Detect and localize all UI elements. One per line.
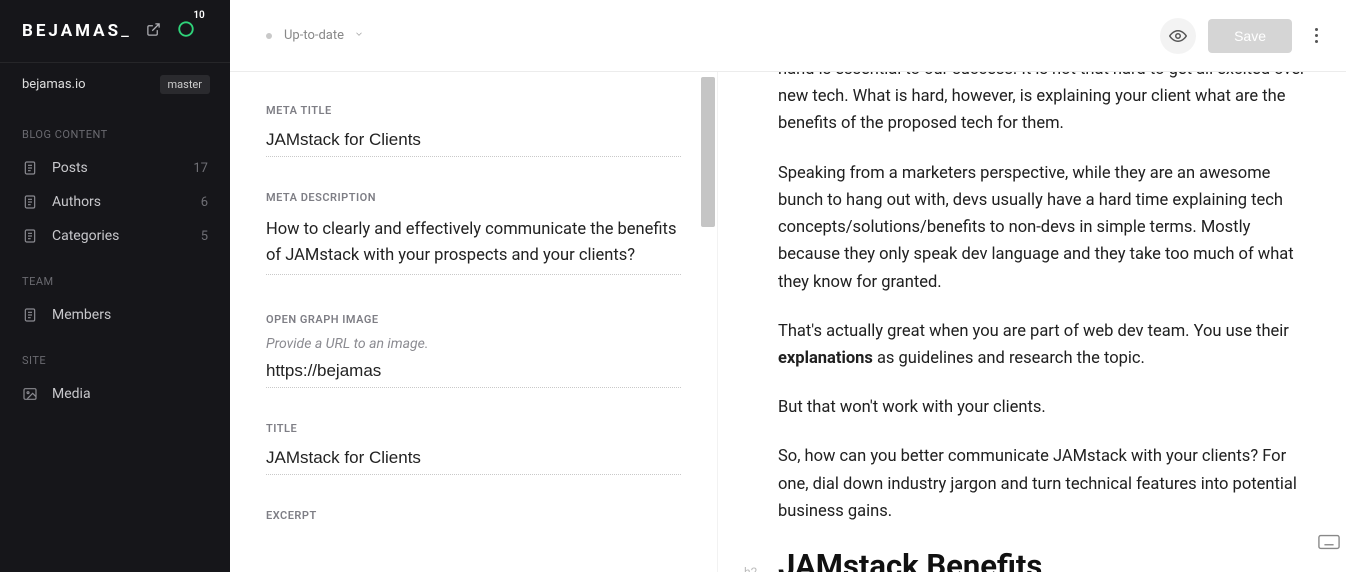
sidebar-item-count: 5 bbox=[201, 229, 208, 244]
field-label-meta-title: META TITLE bbox=[266, 104, 681, 117]
sidebar-item-label: Authors bbox=[52, 194, 101, 210]
sidebar-item-media[interactable]: Media bbox=[0, 377, 230, 411]
logo-row: BEJAMAS_ 10 bbox=[0, 0, 230, 62]
meta-description-input[interactable]: How to clearly and effectively communica… bbox=[266, 214, 681, 275]
sidebar-item-count: 17 bbox=[193, 161, 208, 176]
preview-paragraph: hand is essential to our success. It is … bbox=[778, 72, 1308, 138]
sidebar-item-posts[interactable]: Posts 17 bbox=[0, 151, 230, 185]
preview-paragraph: Speaking from a marketers perspective, w… bbox=[778, 160, 1308, 296]
sidebar-item-label: Posts bbox=[52, 160, 88, 176]
og-image-input[interactable] bbox=[266, 358, 681, 388]
sync-badge: 10 bbox=[193, 10, 204, 21]
preview-column: hand is essential to our success. It is … bbox=[718, 72, 1346, 572]
save-button[interactable]: Save bbox=[1208, 19, 1292, 53]
external-link-icon[interactable] bbox=[146, 22, 161, 41]
more-menu-icon[interactable] bbox=[1306, 28, 1326, 43]
heading-tag-indicator: h2 bbox=[744, 565, 757, 572]
form-column: META TITLE META DESCRIPTION How to clear… bbox=[230, 72, 718, 572]
sidebar-item-count: 6 bbox=[201, 195, 208, 210]
title-input[interactable] bbox=[266, 445, 681, 475]
site-name: bejamas.io bbox=[22, 77, 86, 92]
field-label-og-image: OPEN GRAPH IMAGE bbox=[266, 313, 681, 326]
document-icon bbox=[22, 160, 38, 176]
preview-button[interactable] bbox=[1160, 18, 1196, 54]
field-hint-og-image: Provide a URL to an image. bbox=[266, 336, 681, 352]
keyboard-icon[interactable] bbox=[1318, 534, 1340, 554]
section-label-site: SITE bbox=[0, 332, 230, 377]
sync-status-icon[interactable]: 10 bbox=[177, 20, 195, 42]
field-label-excerpt: EXCERPT bbox=[266, 509, 681, 522]
document-icon bbox=[22, 307, 38, 323]
sidebar-item-authors[interactable]: Authors 6 bbox=[0, 185, 230, 219]
sidebar-item-label: Categories bbox=[52, 228, 119, 244]
logo: BEJAMAS_ bbox=[22, 21, 132, 41]
section-label-team: TEAM bbox=[0, 253, 230, 298]
scrollbar-thumb[interactable] bbox=[701, 77, 715, 227]
sidebar-item-label: Media bbox=[52, 386, 91, 402]
topbar: Up-to-date Save bbox=[230, 0, 1346, 72]
eye-icon bbox=[1169, 27, 1187, 45]
meta-title-input[interactable] bbox=[266, 127, 681, 157]
sidebar-item-members[interactable]: Members bbox=[0, 298, 230, 332]
preview-paragraph: So, how can you better communicate JAMst… bbox=[778, 443, 1308, 525]
status-dot-icon bbox=[266, 33, 272, 39]
chevron-down-icon[interactable] bbox=[354, 29, 364, 42]
sidebar-item-categories[interactable]: Categories 5 bbox=[0, 219, 230, 253]
site-row[interactable]: bejamas.io master bbox=[0, 62, 230, 106]
preview-paragraph: But that won't work with your clients. bbox=[778, 394, 1308, 421]
document-icon bbox=[22, 194, 38, 210]
preview-heading: JAMstack Benefits bbox=[778, 547, 1308, 572]
section-label-blog: BLOG CONTENT bbox=[0, 106, 230, 151]
branch-badge: master bbox=[160, 75, 210, 94]
field-label-title: TITLE bbox=[266, 422, 681, 435]
field-label-meta-desc: META DESCRIPTION bbox=[266, 191, 681, 204]
status-text[interactable]: Up-to-date bbox=[284, 28, 344, 43]
preview-paragraph: That's actually great when you are part … bbox=[778, 318, 1308, 372]
document-icon bbox=[22, 228, 38, 244]
sidebar: BEJAMAS_ 10 bejamas.io master BLOG CONTE… bbox=[0, 0, 230, 572]
image-icon bbox=[22, 386, 38, 402]
sidebar-item-label: Members bbox=[52, 307, 111, 323]
